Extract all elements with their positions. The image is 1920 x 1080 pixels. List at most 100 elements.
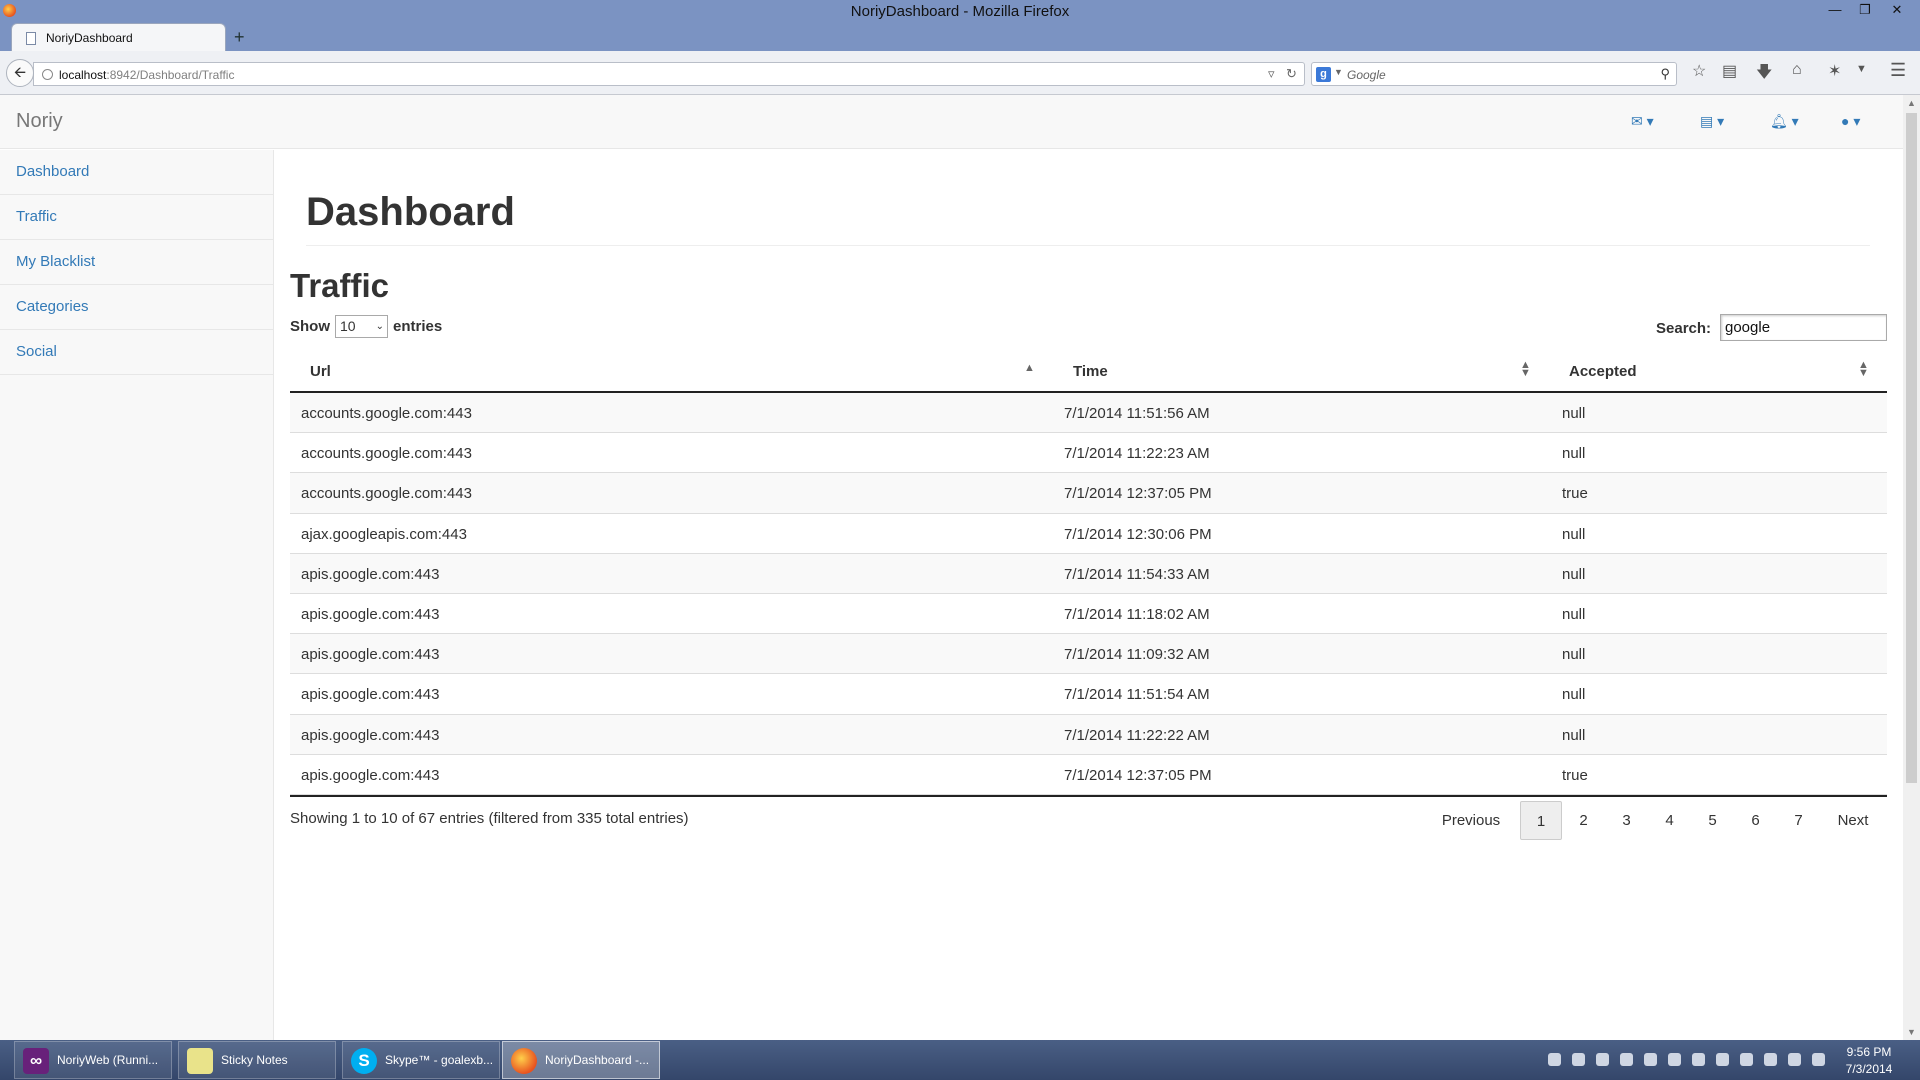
engine-dropdown-icon[interactable]: ▼ <box>1334 67 1343 77</box>
entries-label: entries <box>393 318 443 335</box>
table-row[interactable]: apis.google.com:443 7/1/2014 11:22:22 AM n… <box>290 714 1887 755</box>
column-header-accepted[interactable]: Accepted <box>1569 363 1637 380</box>
back-button[interactable]: 🡨 <box>6 59 34 87</box>
menu-icon[interactable]: ☰ <box>1890 60 1906 81</box>
volume-icon[interactable] <box>1812 1053 1825 1066</box>
search-icon[interactable]: ⚲ <box>1660 66 1670 82</box>
cell-accepted: null <box>1562 405 1586 422</box>
bookmarks-menu-icon[interactable]: ▤ <box>1722 61 1737 81</box>
sort-asc-icon[interactable]: ▲ <box>1024 363 1035 374</box>
url-dropdown-icon[interactable]: ▿ <box>1268 66 1275 82</box>
table-row[interactable]: apis.google.com:443 7/1/2014 11:18:02 AM n… <box>290 594 1887 635</box>
cell-accepted: null <box>1562 605 1586 623</box>
cell-accepted: null <box>1562 646 1586 664</box>
brand-logo[interactable]: Noriy <box>16 110 63 133</box>
table-row[interactable]: apis.google.com:443 7/1/2014 11:51:54 AM n… <box>290 674 1887 715</box>
sidebar-item-label: Categories <box>16 298 89 315</box>
taskbar-item-firefox[interactable]: NoriyDashboard -... <box>502 1041 660 1079</box>
envelope-icon[interactable]: ✉ ▾ <box>1631 113 1654 130</box>
sidebar-item-label: Dashboard <box>16 163 90 180</box>
addon-icon[interactable]: ✶ <box>1828 61 1841 81</box>
home-icon[interactable]: ⌂ <box>1792 61 1802 79</box>
url-host: localhost <box>59 68 107 82</box>
clock-time[interactable]: 9:56 PM <box>1834 1045 1904 1059</box>
pagination-page-5[interactable]: 5 <box>1691 801 1734 840</box>
cell-url: accounts.google.com:443 <box>301 405 472 422</box>
tray-app-icon[interactable] <box>1620 1053 1633 1066</box>
cell-url: ajax.googleapis.com:443 <box>301 525 467 543</box>
table-info: Showing 1 to 10 of 67 entries (filtered … <box>290 810 689 827</box>
column-header-url[interactable]: Url <box>310 363 331 380</box>
cell-time: 7/1/2014 12:30:06 PM <box>1064 525 1212 543</box>
bell-icon[interactable]: 🔔︎ ▾ <box>1770 113 1799 130</box>
table-row[interactable]: ajax.googleapis.com:443 7/1/2014 12:30:06… <box>290 514 1887 554</box>
scroll-thumb[interactable] <box>1906 113 1917 783</box>
scroll-down-icon[interactable]: ▼ <box>1907 1027 1916 1037</box>
table-row[interactable]: accounts.google.com:443 7/1/2014 11:22:23… <box>290 433 1887 474</box>
pagination-previous[interactable]: Previous <box>1428 801 1514 840</box>
pagination-page-6[interactable]: 6 <box>1734 801 1777 840</box>
user-icon[interactable]: ● ▾ <box>1841 113 1860 130</box>
taskbar-item-visual-studio[interactable]: ∞ NoriyWeb (Runni... <box>14 1041 172 1079</box>
tasks-icon[interactable]: ▤ ▾ <box>1700 113 1724 130</box>
sidebar-item-my-blacklist[interactable]: My Blacklist <box>0 240 273 285</box>
pagination-page-2[interactable]: 2 <box>1562 801 1605 840</box>
tray-app-icon[interactable] <box>1596 1053 1609 1066</box>
taskbar-item-skype[interactable]: S Skype™ - goalexb... <box>342 1041 500 1079</box>
page-favicon-icon <box>26 32 36 45</box>
pagination-next[interactable]: Next <box>1822 801 1884 840</box>
flag-icon[interactable] <box>1764 1053 1777 1066</box>
clock-date[interactable]: 7/3/2014 <box>1834 1062 1904 1076</box>
tray-app-icon[interactable] <box>1548 1053 1561 1066</box>
table-header: Url ▲ Time ▲ ▼ Accepted ▲ ▼ <box>290 352 1887 393</box>
network-icon[interactable] <box>1788 1053 1801 1066</box>
cell-accepted: null <box>1562 445 1586 463</box>
reload-icon[interactable]: ↻ <box>1286 66 1297 82</box>
taskbar-item-sticky-notes[interactable]: Sticky Notes <box>178 1041 336 1079</box>
sidebar-item-dashboard[interactable]: Dashboard <box>0 150 273 195</box>
sticky-notes-icon <box>187 1048 213 1074</box>
close-button[interactable]: ✕ <box>1882 0 1912 20</box>
tray-app-icon[interactable] <box>1668 1053 1681 1066</box>
taskbar-item-label: Skype™ - goalexb... <box>385 1053 494 1067</box>
table-row[interactable]: accounts.google.com:443 7/1/2014 11:51:56… <box>290 393 1887 434</box>
sidebar-item-traffic[interactable]: Traffic <box>0 195 273 240</box>
table-row[interactable]: accounts.google.com:443 7/1/2014 12:37:05… <box>290 473 1887 514</box>
url-text[interactable]: localhost:8942/Dashboard/Traffic <box>59 68 234 82</box>
sidebar-item-social[interactable]: Social <box>0 330 273 375</box>
new-tab-button[interactable]: + <box>234 27 245 48</box>
tray-app-icon[interactable] <box>1740 1053 1753 1066</box>
web-search-bar[interactable]: g ▼ Google ⚲ <box>1311 62 1677 86</box>
pagination-page-1[interactable]: 1 <box>1520 801 1562 840</box>
pagination-page-4[interactable]: 4 <box>1648 801 1691 840</box>
tray-app-icon[interactable] <box>1692 1053 1705 1066</box>
pagination-page-3[interactable]: 3 <box>1605 801 1648 840</box>
downloads-icon[interactable]: 🡇 <box>1756 61 1772 88</box>
table-row[interactable]: apis.google.com:443 7/1/2014 12:37:05 PM t… <box>290 755 1887 795</box>
restore-button[interactable]: ❐ <box>1850 0 1880 20</box>
sort-both-icon[interactable]: ▲ ▼ <box>1520 360 1531 379</box>
table-row[interactable]: apis.google.com:443 7/1/2014 11:54:33 AM n… <box>290 553 1887 594</box>
google-engine-icon[interactable]: g <box>1316 67 1331 82</box>
table-row[interactable]: apis.google.com:443 7/1/2014 11:09:32 AM n… <box>290 634 1887 675</box>
browser-tab[interactable]: NoriyDashboard <box>11 23 226 52</box>
sort-both-icon[interactable]: ▲ ▼ <box>1858 360 1869 379</box>
url-path: :8942/Dashboard/Traffic <box>106 68 235 82</box>
entries-per-page-select[interactable]: 10 ⌄ <box>335 315 388 338</box>
tray-app-icon[interactable] <box>1644 1053 1657 1066</box>
column-header-time[interactable]: Time <box>1073 363 1108 380</box>
table-search-input[interactable]: google <box>1720 314 1887 341</box>
addon-dropdown-icon[interactable]: ▼ <box>1856 63 1867 75</box>
minimize-button[interactable]: — <box>1820 0 1850 20</box>
page-scrollbar[interactable]: ▲ ▼ <box>1903 95 1920 1040</box>
sidebar-item-categories[interactable]: Categories <box>0 285 273 330</box>
scroll-up-icon[interactable]: ▲ <box>1907 98 1916 108</box>
url-bar[interactable]: localhost:8942/Dashboard/Traffic ▿ ↻ <box>33 62 1305 86</box>
site-identity-icon[interactable] <box>42 69 53 80</box>
cell-accepted: true <box>1562 766 1588 784</box>
cell-time: 7/1/2014 11:51:54 AM <box>1064 686 1210 704</box>
bookmark-star-icon[interactable]: ☆ <box>1692 61 1706 81</box>
tray-app-icon[interactable] <box>1572 1053 1585 1066</box>
tray-app-icon[interactable] <box>1716 1053 1729 1066</box>
pagination-page-7[interactable]: 7 <box>1777 801 1820 840</box>
